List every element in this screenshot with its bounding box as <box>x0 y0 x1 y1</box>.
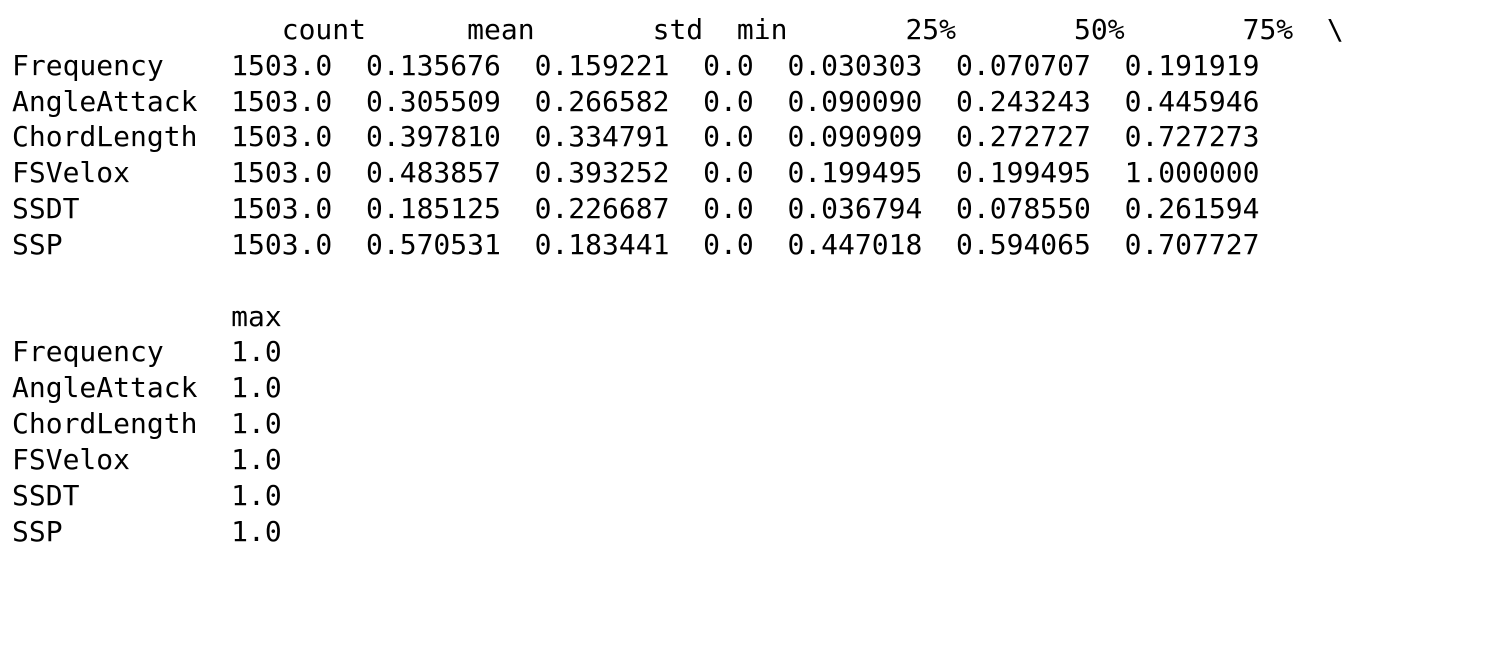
table-row: SSP 1503.0 0.570531 0.183441 0.0 0.44701… <box>12 228 1259 261</box>
table-row: SSP 1.0 <box>12 515 282 548</box>
table-row: SSDT 1503.0 0.185125 0.226687 0.0 0.0367… <box>12 192 1259 225</box>
row-blank-2: max <box>12 300 282 333</box>
table-row: AngleAttack 1.0 <box>12 371 282 404</box>
row-blank: count mean std min 25% 50% 75% \ <box>12 13 1344 46</box>
table-row: ChordLength 1.0 <box>12 407 282 440</box>
table-row: Frequency 1503.0 0.135676 0.159221 0.0 0… <box>12 49 1259 82</box>
describe-output: count mean std min 25% 50% 75% \ Frequen… <box>0 0 1500 669</box>
table-row: FSVelox 1.0 <box>12 443 282 476</box>
table-row: Frequency 1.0 <box>12 335 282 368</box>
table-row: AngleAttack 1503.0 0.305509 0.266582 0.0… <box>12 85 1259 118</box>
table-row: ChordLength 1503.0 0.397810 0.334791 0.0… <box>12 120 1259 153</box>
table-row: SSDT 1.0 <box>12 479 282 512</box>
table-row: FSVelox 1503.0 0.483857 0.393252 0.0 0.1… <box>12 156 1259 189</box>
